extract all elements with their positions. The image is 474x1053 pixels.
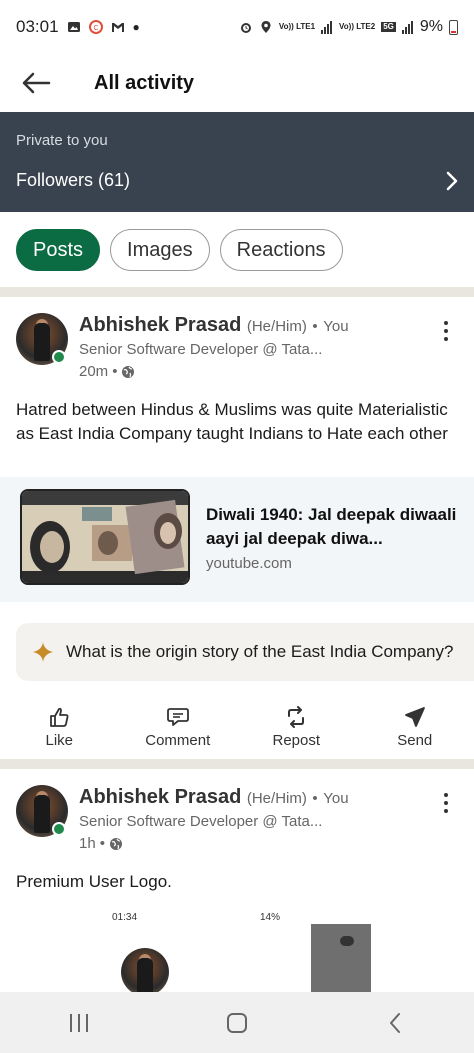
thumbs-up-icon [50, 707, 69, 727]
section-divider [0, 287, 474, 297]
gmail-icon [111, 23, 124, 32]
status-time: 03:01 [16, 17, 59, 36]
like-label: Like [45, 731, 74, 749]
author-line[interactable]: Abhishek Prasad (He/Him) • You [79, 786, 349, 809]
battery-icon [449, 19, 458, 35]
back-icon [390, 1012, 400, 1033]
repost-icon [288, 705, 305, 728]
author-pronouns: (He/Him) [246, 790, 307, 807]
post-text: Hatred between Hindus & Muslims was quit… [16, 400, 448, 443]
author-headline: Senior Software Developer @ Tata... [79, 341, 323, 358]
status-bar: 03:01 C ● Vo)) LTE1 Vo)) LTE2 5G 9% [0, 0, 474, 54]
author-headline: Senior Software Developer @ Tata... [79, 813, 323, 830]
network-2: Vo)) LTE2 [339, 22, 376, 31]
link-title: Diwali 1940: Jal deepak diwaali aayi jal… [206, 505, 457, 548]
dot-icon: ● [132, 20, 140, 34]
comment-icon [166, 707, 189, 726]
arrow-left-icon [22, 72, 51, 94]
private-label: Private to you [16, 132, 108, 149]
globe-icon [122, 365, 135, 378]
chip-images[interactable]: Images [110, 229, 210, 271]
signal-2-icon [401, 21, 413, 34]
post-time-label: 20m [79, 363, 109, 380]
online-indicator [52, 350, 66, 364]
sparkle-icon [33, 642, 53, 662]
alarm-icon [240, 23, 251, 33]
repost-button[interactable]: Repost [241, 699, 351, 755]
battery-percent: 9% [419, 18, 443, 35]
link-preview-card[interactable]: Diwali 1940: Jal deepak diwaali aayi jal… [0, 477, 474, 602]
post-actions: Like Comment Repost Send [0, 699, 474, 755]
page-title: All activity [94, 71, 195, 94]
send-label: Send [397, 731, 433, 749]
svg-text:C: C [93, 25, 98, 32]
home-icon [227, 1012, 247, 1033]
preview-battery: 14% [260, 912, 281, 923]
author-relation: You [323, 318, 349, 335]
system-nav-bar [0, 992, 474, 1053]
comment-label: Comment [145, 731, 211, 749]
section-divider [0, 759, 474, 769]
comment-button[interactable]: Comment [123, 699, 233, 755]
location-icon [261, 21, 271, 33]
recents-icon [70, 1013, 88, 1032]
private-banner: Private to you Followers (61) [0, 112, 474, 212]
post-time: 1h • [79, 835, 123, 852]
network-1: Vo)) LTE1 [278, 22, 316, 31]
chat-bubble-icon [340, 936, 354, 946]
post-image-preview[interactable]: 01:34 14% [0, 906, 474, 992]
like-button[interactable]: Like [4, 699, 114, 755]
filter-chips: Posts Images Reactions [16, 229, 343, 271]
preview-gray-panel [311, 924, 371, 992]
online-indicator [52, 822, 66, 836]
gallery-icon [67, 22, 80, 32]
post-time-label: 1h [79, 835, 96, 852]
repost-label: Repost [272, 731, 321, 749]
followers-row[interactable]: Followers (61) [16, 170, 458, 191]
app-icon: C [88, 20, 103, 34]
chip-reactions[interactable]: Reactions [219, 229, 343, 271]
author-name: Abhishek Prasad [79, 314, 242, 336]
preview-time: 01:34 [112, 912, 138, 923]
link-domain: youtube.com [206, 555, 292, 572]
signal-icon [321, 21, 333, 34]
recents-button[interactable] [29, 998, 129, 1048]
more-options-button[interactable] [438, 791, 454, 815]
post-card: Abhishek Prasad (He/Him) • You Senior So… [0, 297, 474, 757]
network-type: 5G [381, 22, 396, 32]
system-back-button[interactable] [345, 998, 445, 1048]
more-options-button[interactable] [438, 319, 454, 343]
video-thumbnail-image [22, 491, 188, 583]
preview-avatar [121, 948, 169, 992]
send-button[interactable]: Send [360, 699, 470, 755]
followers-label: Followers (61) [16, 170, 131, 190]
ai-prompt-pill[interactable]: What is the origin story of the East Ind… [16, 623, 474, 681]
link-thumbnail [20, 489, 190, 585]
post-text: Premium User Logo. [16, 872, 172, 891]
back-button[interactable] [0, 54, 72, 112]
app-bar: All activity [0, 54, 474, 112]
send-icon [404, 706, 425, 727]
author-line[interactable]: Abhishek Prasad (He/Him) • You [79, 314, 349, 337]
author-pronouns: (He/Him) [246, 318, 307, 335]
author-name: Abhishek Prasad [79, 786, 242, 808]
ai-prompt-text: What is the origin story of the East Ind… [66, 642, 454, 661]
home-button[interactable] [187, 998, 287, 1048]
chip-posts[interactable]: Posts [16, 229, 101, 271]
globe-icon [109, 837, 122, 850]
post-time: 20m • [79, 363, 135, 380]
chevron-right-icon [446, 171, 458, 190]
author-relation: You [323, 790, 349, 807]
